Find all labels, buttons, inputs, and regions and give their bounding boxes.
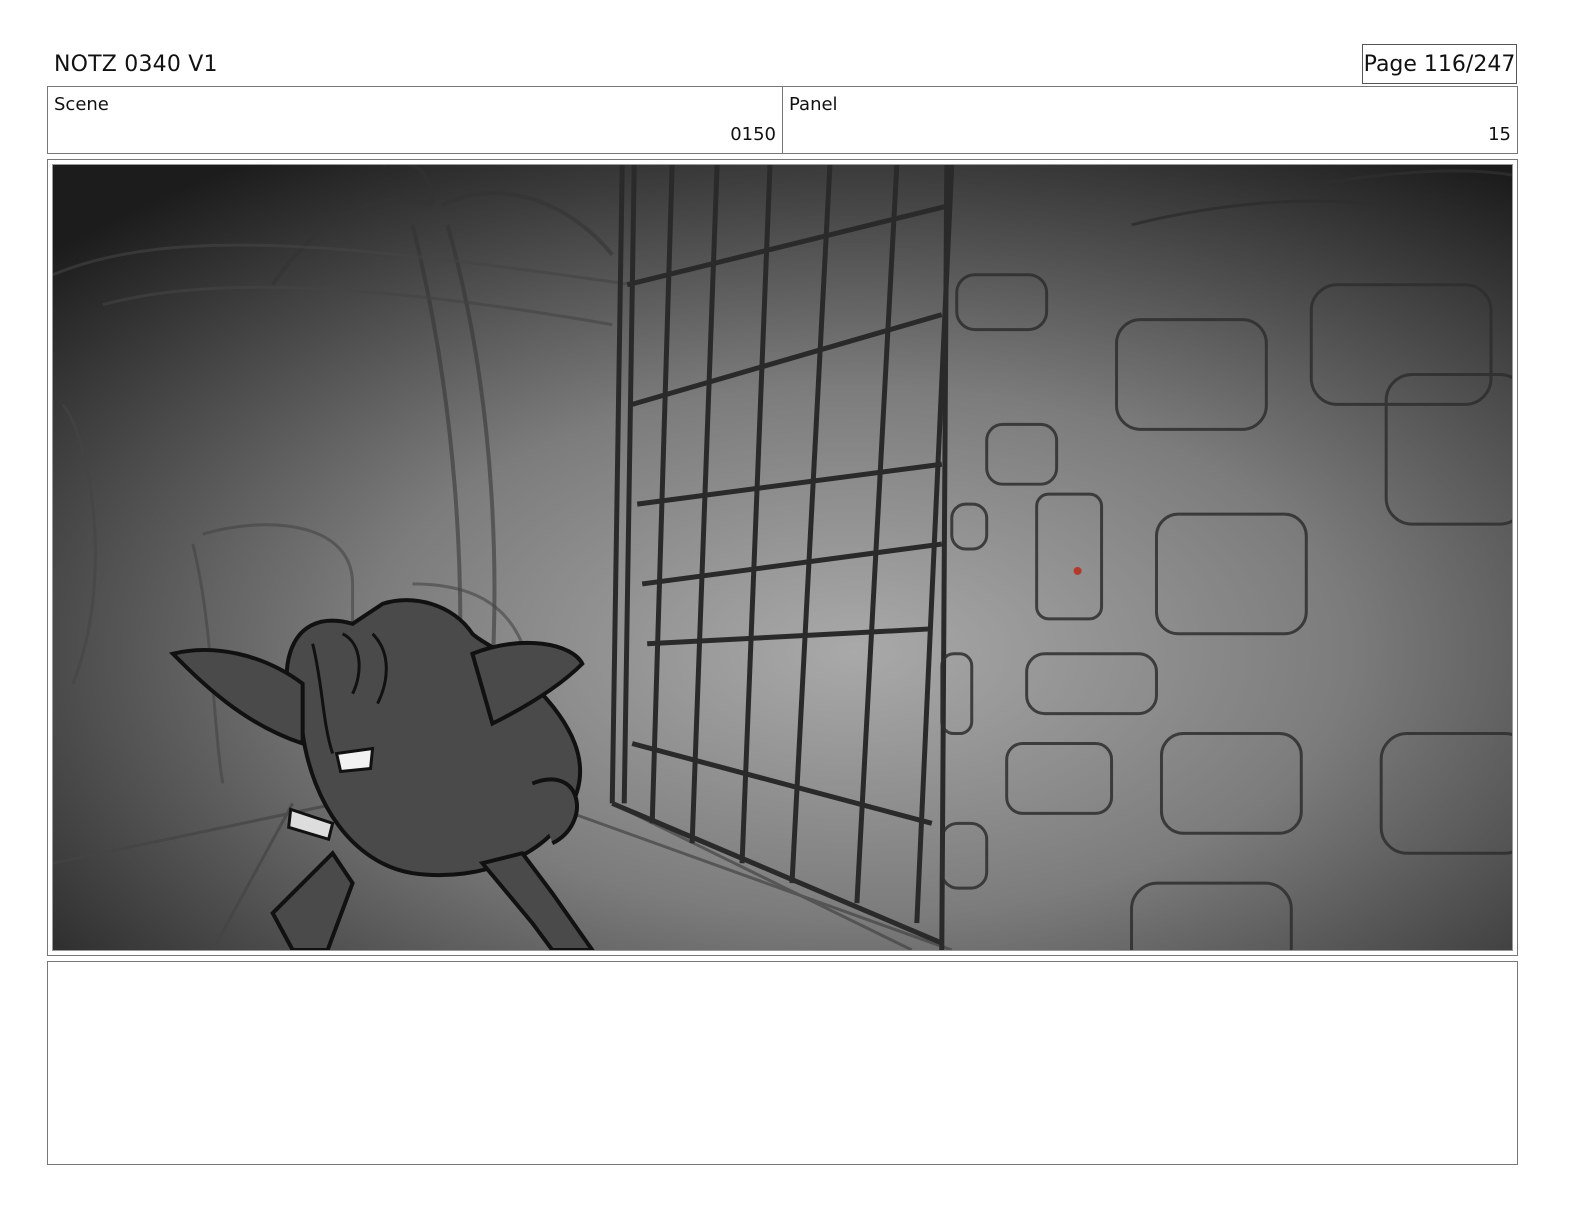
door-switch-dot (1073, 566, 1082, 575)
scene-label: Scene (54, 94, 109, 115)
panel-notes-box (47, 961, 1518, 1165)
scene-panel-info-row: Scene 0150 Panel 15 (47, 86, 1518, 154)
scene-cell: Scene 0150 (48, 87, 782, 153)
page-number-label: Page 116/247 (1363, 51, 1516, 77)
scene-number: 0150 (730, 124, 776, 145)
panel-label: Panel (789, 94, 838, 115)
panel-cell: Panel 15 (782, 87, 1517, 153)
page-indicator: Page 116/247 (1362, 44, 1517, 84)
creature-teeth (334, 746, 375, 774)
document-title: NOTZ 0340 V1 (54, 52, 218, 77)
storyboard-sketch-image (52, 164, 1513, 951)
sketch-illustration (53, 165, 1512, 950)
panel-number: 15 (1488, 124, 1511, 145)
